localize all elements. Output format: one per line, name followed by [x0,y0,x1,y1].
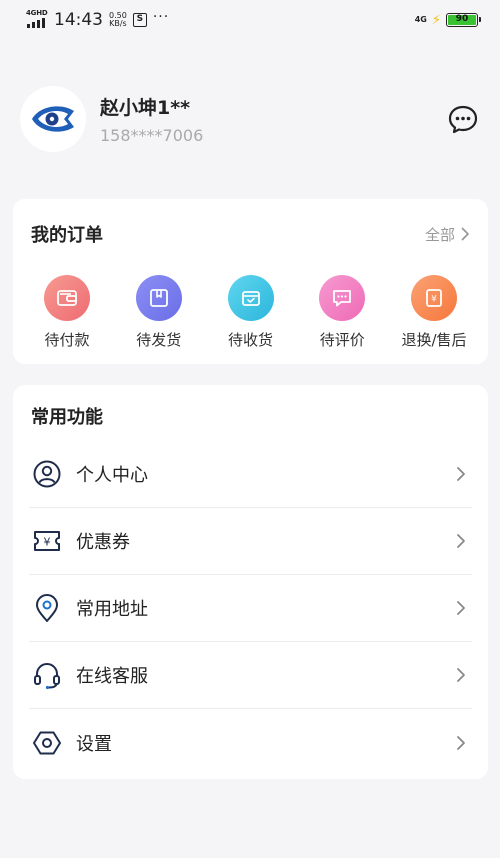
order-pending-receipt[interactable]: 待收货 [207,275,295,350]
function-item-label: 个人中心 [76,465,148,486]
svg-text:¥: ¥ [44,536,51,549]
function-item-coupons[interactable]: ¥ 优惠券 [29,508,472,575]
charging-icon: ⚡ [431,12,441,28]
message-button[interactable] [446,102,480,136]
function-item-label: 设置 [76,733,112,755]
avatar[interactable] [20,86,86,152]
speed-unit: KB/s [109,19,127,28]
chevron-right-icon [457,735,465,750]
chevron-right-icon [457,601,465,615]
functions-title: 常用功能 [31,407,103,428]
all-orders-link[interactable]: 全部 [425,224,470,245]
chevron-right-icon [461,227,469,241]
network-4g-label: 4G [414,15,427,24]
order-pending-shipment[interactable]: 待发货 [115,275,203,350]
svg-text:¥: ¥ [431,295,437,305]
comment-icon [319,275,366,321]
function-item-label: 常用地址 [76,599,148,620]
wallet-icon [44,275,90,321]
chat-bubble-icon [448,105,478,134]
user-phone: 158****7006 [100,126,204,145]
order-pending-receipt-label: 待收货 [227,331,273,349]
network-type-label: 4GHD [26,9,48,17]
all-orders-label: 全部 [424,225,455,244]
function-item-online-service[interactable]: 在线客服 [29,642,472,709]
orders-card: 我的订单 全部 待付款 待发货 待收货 待评价 ¥ 退换/售后 [13,199,488,364]
s-notification-icon: S [132,13,147,27]
function-item-settings[interactable]: 设置 [29,709,472,776]
profile-header: 赵小坤1** 158****7006 [20,85,480,153]
chevron-right-icon [457,668,465,682]
functions-card: 常用功能 个人中心 ¥ 优惠券 常用地址 在线客服 设置 [13,385,488,779]
headset-icon [32,660,62,690]
battery-level: 90 [448,15,476,25]
chevron-right-icon [457,467,465,481]
coupon-icon: ¥ [32,526,62,556]
order-pending-review[interactable]: 待评价 [298,275,386,350]
function-item-label: 在线客服 [76,666,148,687]
user-name: 赵小坤1** [100,97,191,119]
settings-hexagon-icon [32,728,62,758]
network-speed: 0.50 KB/s [109,12,127,28]
battery-icon: 90 [446,13,481,27]
fish-eye-logo-icon [32,106,74,132]
function-item-personal-center[interactable]: 个人中心 [29,441,472,508]
order-pending-review-label: 待评价 [319,331,365,349]
order-pending-shipment-label: 待发货 [136,331,182,349]
location-pin-icon [32,593,62,623]
order-pending-payment[interactable]: 待付款 [23,275,111,350]
signal-icon: 4GHD [26,9,48,30]
function-item-label: 优惠券 [76,532,130,553]
chevron-right-icon [457,534,465,548]
function-item-addresses[interactable]: 常用地址 [29,575,472,642]
more-notifications-icon: ··· [152,9,170,25]
order-refund-after-sales-label: 退换/售后 [401,331,467,349]
order-pending-payment-label: 待付款 [44,331,90,349]
package-icon [135,275,182,321]
order-refund-after-sales[interactable]: ¥ 退换/售后 [390,275,478,350]
status-bar: 4GHD 14:43 0.50 KB/s S ··· 4G ⚡ 90 [0,0,500,40]
orders-title: 我的订单 [31,225,103,246]
status-time: 14:43 [54,10,103,30]
refund-icon: ¥ [411,275,457,321]
receive-box-icon [227,275,274,321]
user-circle-icon [32,459,62,489]
